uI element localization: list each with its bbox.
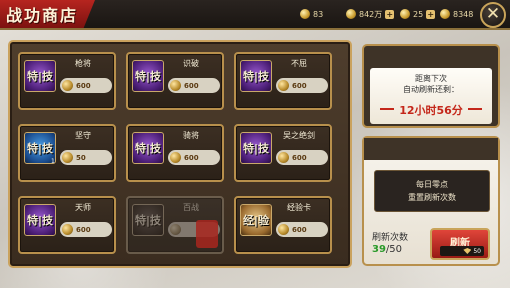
- item-price: 600: [292, 153, 307, 162]
- shop-item-card[interactable]: 经|验 经验卡 600: [234, 196, 332, 254]
- skill-badge-icon: 特|技: [240, 60, 272, 92]
- refresh-count-max: /50: [385, 244, 403, 255]
- shop-item-card[interactable]: 特|技 枪将 600: [18, 52, 116, 110]
- skill-badge-icon: 特|技: [132, 132, 164, 164]
- skill-badge-icon: 特|技: [24, 60, 56, 92]
- coin-icon: [170, 224, 181, 235]
- top-bar: 战功商店 83 842万 + 25 + 8348 ✕: [0, 0, 510, 30]
- item-quantity: 1: [51, 158, 55, 165]
- exp-card-icon: 经|验: [240, 204, 272, 236]
- resource-gem-value: 8348: [453, 9, 474, 19]
- shop-item-card[interactable]: 特|技 骑将 600: [126, 124, 224, 182]
- add-ticket-button[interactable]: +: [426, 9, 436, 19]
- item-name: 不屈: [291, 59, 307, 68]
- shop-item-card[interactable]: 特|技 识破 600: [126, 52, 224, 110]
- coin-icon: [62, 224, 73, 235]
- gem-icon: [440, 9, 450, 19]
- item-price: 600: [76, 81, 91, 90]
- sold-out-stamp-icon: [196, 220, 218, 248]
- price-button[interactable]: 600: [276, 150, 328, 165]
- refresh-countdown: 12小时56分: [399, 104, 463, 117]
- add-silver-button[interactable]: +: [385, 9, 395, 19]
- price-button[interactable]: 600: [168, 150, 220, 165]
- resource-ticket: 25 +: [400, 7, 436, 21]
- shop-grid: 特|技 枪将 600 特|技 识破 600 特|技 不屈 600 特|技 1 坚…: [8, 40, 352, 268]
- price-button[interactable]: 50: [60, 150, 112, 165]
- item-name: 百战: [183, 203, 199, 212]
- close-button[interactable]: ✕: [480, 2, 506, 28]
- reset-info-line-1: 每日零点: [416, 180, 448, 189]
- resource-silver: 842万 +: [346, 7, 395, 21]
- gem-icon: [463, 248, 472, 254]
- item-name: 天师: [75, 203, 91, 212]
- refresh-count-label: 刷新次数: [372, 233, 409, 243]
- shop-item-card[interactable]: 特|技 1 坚守 50: [18, 124, 116, 182]
- resource-silver-value: 842万: [359, 9, 383, 19]
- coin-icon: [300, 9, 310, 19]
- coin-icon: [278, 80, 289, 91]
- refresh-count-value: 39/50: [372, 244, 402, 255]
- reset-info-box: 每日零点 重置刷新次数: [374, 170, 490, 212]
- manual-refresh-panel: 每日零点 重置刷新次数 刷新次数 39/50 刷新 50: [362, 136, 500, 266]
- refresh-button[interactable]: 刷新 50: [430, 228, 490, 260]
- coin-icon: [278, 152, 289, 163]
- item-price: 50: [76, 153, 86, 162]
- panel-header: [364, 138, 498, 160]
- item-name: 识破: [183, 59, 199, 68]
- timer-line-1: 距离下次: [415, 74, 447, 83]
- refresh-count-current: 39: [372, 244, 386, 255]
- item-price: 600: [292, 81, 307, 90]
- item-price: 600: [76, 225, 91, 234]
- price-button[interactable]: 600: [276, 78, 328, 93]
- resource-ticket-value: 25: [413, 9, 424, 19]
- shop-item-card[interactable]: 特|技 吴之绝剑 600: [234, 124, 332, 182]
- item-price: 600: [184, 81, 199, 90]
- auto-refresh-timer-panel: 距离下次 自动刷新还剩： 12小时56分: [362, 44, 500, 128]
- price-button[interactable]: 600: [60, 222, 112, 237]
- skill-badge-icon: 特|技: [132, 60, 164, 92]
- item-price: 600: [184, 153, 199, 162]
- coin-icon: [170, 80, 181, 91]
- timer-line-2: 自动刷新还剩：: [403, 85, 459, 94]
- divider-right: [468, 108, 482, 110]
- coin-icon: [62, 152, 73, 163]
- refresh-cost-value: 50: [473, 247, 481, 255]
- price-button[interactable]: 600: [168, 78, 220, 93]
- price-button[interactable]: 600: [276, 222, 328, 237]
- item-name: 骑将: [183, 131, 199, 140]
- coin-icon: [62, 80, 73, 91]
- shop-item-card[interactable]: 特|技 不屈 600: [234, 52, 332, 110]
- skill-badge-icon: 特|技: [24, 204, 56, 236]
- refresh-cost: 50: [440, 246, 484, 256]
- price-button[interactable]: 600: [60, 78, 112, 93]
- item-name: 枪将: [75, 59, 91, 68]
- reset-info-line-2: 重置刷新次数: [408, 193, 456, 202]
- resource-coin: 83: [300, 7, 323, 21]
- ticket-icon: [400, 9, 410, 19]
- resource-coin-value: 83: [313, 9, 324, 19]
- resource-gem: 8348: [440, 7, 473, 21]
- coin-icon: [278, 224, 289, 235]
- silver-icon: [346, 9, 356, 19]
- coin-icon: [170, 152, 181, 163]
- page-title: 战功商店: [6, 6, 79, 25]
- shop-item-card[interactable]: 特|技 天师 600: [18, 196, 116, 254]
- skill-badge-icon: 特|技: [240, 132, 272, 164]
- skill-badge-icon: 特|技: [132, 204, 164, 236]
- title-banner: 战功商店: [0, 0, 95, 28]
- item-price: 600: [292, 225, 307, 234]
- item-name: 吴之绝剑: [283, 131, 315, 140]
- item-name: 坚守: [75, 131, 91, 140]
- timer-info-box: 距离下次 自动刷新还剩： 12小时56分: [370, 68, 492, 124]
- item-name: 经验卡: [287, 203, 311, 212]
